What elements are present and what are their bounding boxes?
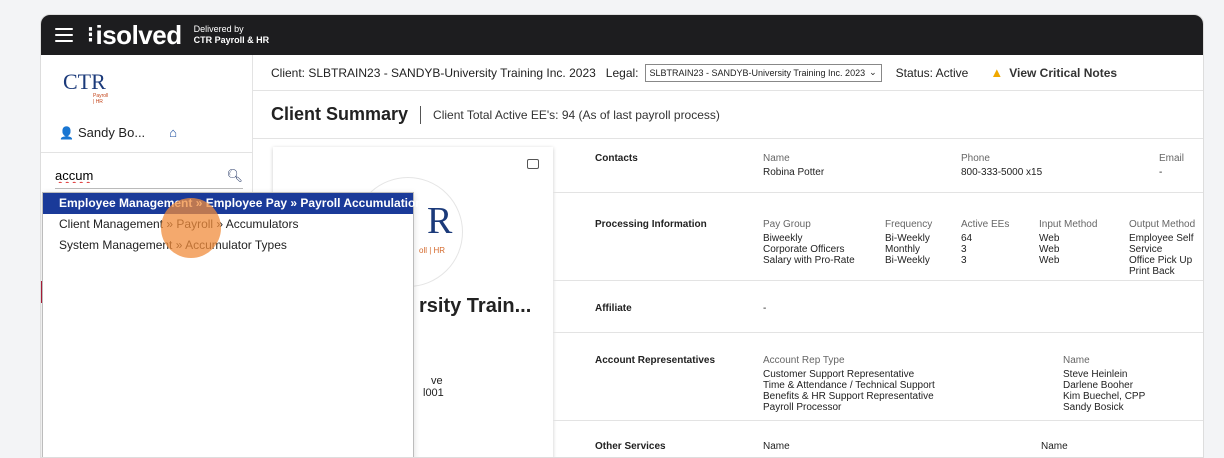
menu-icon[interactable] xyxy=(55,28,73,42)
legal-select[interactable]: SLBTRAIN23 - SANDYB-University Training … xyxy=(644,63,882,82)
isolved-logo[interactable]: ⁝ isolved xyxy=(87,20,182,51)
affiliate-value: - xyxy=(763,303,767,314)
search-box: 🔍︎ xyxy=(55,163,243,189)
contacts-name: Name Robina Potter xyxy=(763,153,825,178)
rep-name-col: Name Steve Heinlein Darlene Booher Kim B… xyxy=(1063,355,1146,413)
summary-header: Client Summary Client Total Active EE's:… xyxy=(253,91,1203,139)
page-subtitle: Client Total Active EE's: 94 (As of last… xyxy=(433,107,720,122)
result-payroll-accumulations[interactable]: Employee Management » Employee Pay » Pay… xyxy=(43,193,429,214)
other-name-header: Name xyxy=(763,441,790,452)
frequency-col: Frequency Bi-Weekly Monthly Bi-Weekly xyxy=(885,219,933,266)
warning-icon: ▲ xyxy=(990,65,1004,80)
section-label: Account Representatives xyxy=(595,355,716,366)
legal-label: Legal: xyxy=(605,65,639,80)
input-method-col: Input Method Web Web Web xyxy=(1039,219,1098,266)
summary-panel: Contacts Name Robina Potter Phone 800-33… xyxy=(553,139,1203,457)
contacts-phone: Phone 800-333-5000 x15 xyxy=(961,153,1043,178)
chevron-down-icon: ⌄ xyxy=(869,67,877,77)
other-name-header-2: Name xyxy=(1041,441,1068,452)
divider xyxy=(41,152,253,153)
logo-sub: oll | HR xyxy=(419,246,446,255)
account-reps-section: Account Representatives Account Rep Type… xyxy=(553,333,1203,421)
result-accumulator-types[interactable]: System Management » Accumulator Types xyxy=(43,235,413,256)
logo-letter: R xyxy=(427,200,453,242)
view-critical-notes[interactable]: ▲ View Critical Notes xyxy=(990,65,1117,80)
rep-type-col: Account Rep Type Customer Support Repres… xyxy=(763,355,935,413)
section-label: Other Services xyxy=(595,441,666,452)
status: Status: Active xyxy=(895,65,969,80)
contacts-email: Email - xyxy=(1159,153,1185,178)
user-name: Sandy Bo... xyxy=(77,125,146,140)
app-window: ⁝ isolved Delivered by CTR Payroll & HR C… xyxy=(40,14,1204,458)
other-services-section: Other Services Name Name xyxy=(553,421,1203,457)
affiliate-section: Affiliate - xyxy=(553,281,1203,333)
user-menu[interactable]: 👤 Sandy Bo... ⌂ xyxy=(59,125,177,140)
delivered-by: Delivered by CTR Payroll & HR xyxy=(193,24,270,45)
ctr-logo: CTR Payroll | HR xyxy=(63,69,109,105)
active-ees-col: Active EEs 64 3 3 xyxy=(961,219,1010,266)
search-icon[interactable]: 🔍︎ xyxy=(226,168,243,184)
pay-group-col: Pay Group Biweekly Corporate Officers Sa… xyxy=(763,219,855,266)
separator xyxy=(420,105,422,124)
search-results-dropdown: Employee Management » Employee Pay » Pay… xyxy=(42,192,429,457)
processing-section: Processing Information Pay Group Biweekl… xyxy=(553,193,1203,281)
client-card-name: rsity Train... xyxy=(419,295,532,317)
section-label: Contacts xyxy=(595,153,638,164)
client-name: Client: SLBTRAIN23 - SANDYB-University T… xyxy=(271,65,596,80)
search-input[interactable] xyxy=(55,168,205,183)
card-line-2: l001 xyxy=(423,387,444,399)
user-icon: 👤 xyxy=(59,125,74,140)
home-icon[interactable]: ⌂ xyxy=(169,125,177,140)
card-line-1: ve xyxy=(431,375,443,387)
client-bar: Client: SLBTRAIN23 - SANDYB-University T… xyxy=(253,55,1203,91)
page-title: Client Summary xyxy=(271,104,409,124)
chat-icon[interactable] xyxy=(527,159,539,169)
output-method-col: Output Method Employee Self Service Offi… xyxy=(1129,219,1196,277)
section-label: Affiliate xyxy=(595,303,632,314)
result-accumulators[interactable]: Client Management » Payroll » Accumulato… xyxy=(43,214,413,235)
section-label: Processing Information xyxy=(595,219,707,230)
contacts-section: Contacts Name Robina Potter Phone 800-33… xyxy=(553,139,1203,193)
top-bar: ⁝ isolved Delivered by CTR Payroll & HR xyxy=(41,15,1203,55)
